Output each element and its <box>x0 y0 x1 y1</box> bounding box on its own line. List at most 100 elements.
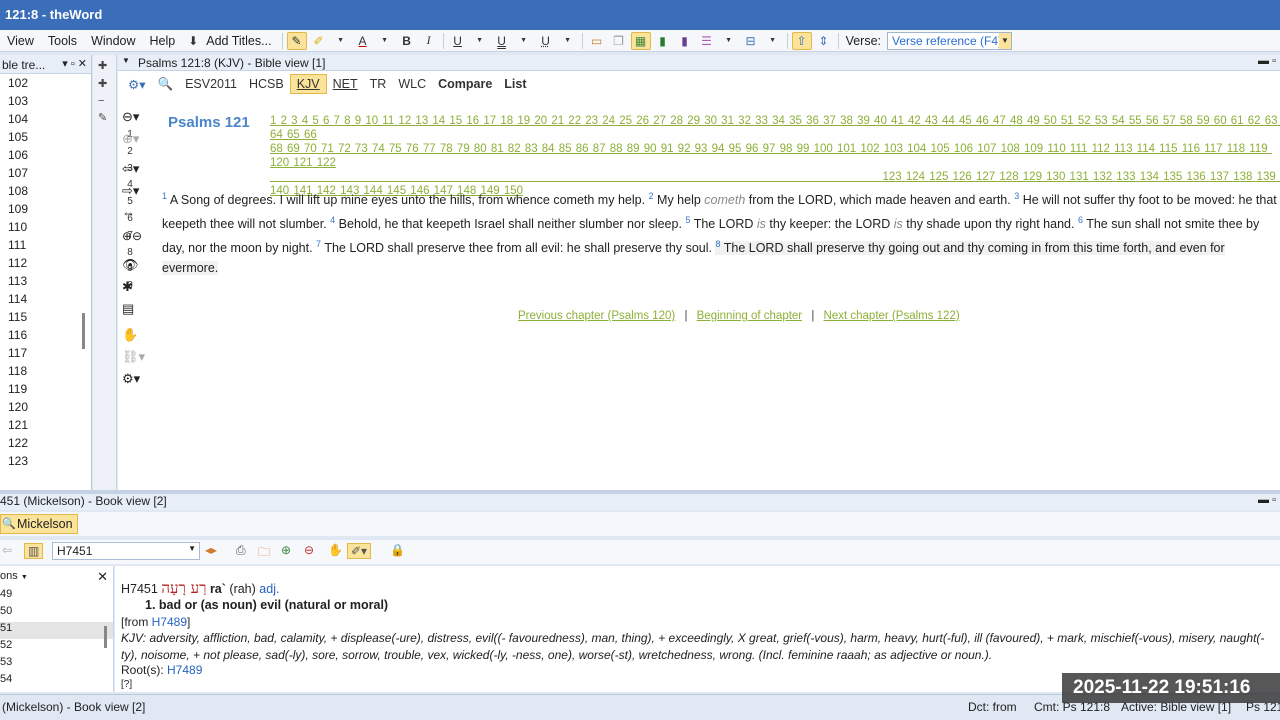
pin-icon[interactable]: ✚ <box>98 59 107 72</box>
minimize-icon[interactable]: ▬ <box>1258 494 1269 506</box>
entry-root-link[interactable]: H7489 <box>167 663 202 677</box>
tree-item[interactable]: 105 <box>8 128 91 146</box>
book-index-item[interactable]: 49 <box>0 588 113 605</box>
entry-info[interactable]: [?] <box>121 679 132 690</box>
underline-icon[interactable]: U <box>448 32 468 50</box>
italic-icon[interactable]: I <box>419 32 439 50</box>
back-icon[interactable]: ⊖▾ <box>122 109 158 131</box>
book-index-item[interactable]: 51 <box>0 622 113 639</box>
font-color-icon[interactable]: A <box>353 32 373 50</box>
tab-compare[interactable]: Compare <box>432 75 498 93</box>
lock-icon[interactable]: 🔒 <box>390 543 405 557</box>
book-green-icon[interactable]: ▮ <box>653 32 673 50</box>
library-icon[interactable]: ▥ <box>24 543 44 559</box>
menu-view[interactable]: View <box>0 34 41 48</box>
tree-scrollbar[interactable] <box>82 313 85 349</box>
tree-item[interactable]: 115 <box>8 308 91 326</box>
tree-item[interactable]: 117 <box>8 344 91 362</box>
verse[interactable]: 4 Behold, he that keepeth Israel shall n… <box>330 215 682 231</box>
tree-item[interactable]: 104 <box>8 110 91 128</box>
tree-item[interactable]: 121 <box>8 416 91 434</box>
zoom-icon[interactable]: ⊕⊖ <box>122 229 158 257</box>
maximize-icon[interactable]: ▫ <box>1272 55 1276 67</box>
paint-icon[interactable]: ✎ <box>286 31 307 50</box>
dropdown-arrow-icon[interactable]: ▼ <box>514 32 534 50</box>
dropdown-arrow-icon[interactable]: ▼ <box>763 32 783 50</box>
dropdown-arrow-icon[interactable]: ▼ <box>558 32 578 50</box>
tree-item[interactable]: 107 <box>8 164 91 182</box>
go-up-icon[interactable]: ⇧ <box>791 31 812 50</box>
maximize-icon[interactable]: ▫ <box>1272 494 1276 506</box>
bookmark-icon[interactable]: ✱ <box>122 279 158 301</box>
collapse-arrow-icon[interactable]: ▼ <box>122 56 130 65</box>
verse[interactable]: 1 A Song of degrees. I will lift up mine… <box>162 191 645 207</box>
tree-item[interactable]: 109 <box>8 200 91 218</box>
tree-item[interactable]: 116 <box>8 326 91 344</box>
book-index-item[interactable]: 54 <box>0 673 113 690</box>
tab-tr[interactable]: TR <box>364 75 393 93</box>
tree-item[interactable]: 103 <box>8 92 91 110</box>
download-icon[interactable]: ⬇ <box>183 32 203 50</box>
forward-icon[interactable]: ⊕▾ <box>122 131 158 161</box>
tab-wlc[interactable]: WLC <box>392 75 432 93</box>
collapse-icon[interactable]: ⇕ <box>814 32 834 50</box>
view-options-icon[interactable]: ⚙▾ <box>122 75 151 94</box>
book-index-item[interactable]: 53 <box>0 656 113 673</box>
menu-tools[interactable]: Tools <box>41 34 84 48</box>
tab-hcsb[interactable]: HCSB <box>243 75 290 93</box>
verse-reference-combo[interactable]: Verse reference (F4) ▼ <box>887 31 1012 50</box>
sync-icon[interactable]: ▦ <box>630 31 651 50</box>
tree-item[interactable]: 118 <box>8 362 91 380</box>
tab-list[interactable]: List <box>498 75 532 93</box>
tree-item[interactable]: 113 <box>8 272 91 290</box>
tree-item[interactable]: 114 <box>8 290 91 308</box>
verse[interactable]: 2 My help cometh from the LORD, which ma… <box>649 191 1011 207</box>
window-icon[interactable]: ▭ <box>587 32 607 50</box>
minus-icon[interactable]: − <box>98 95 104 107</box>
highlighter-icon[interactable]: ✐ <box>309 32 329 50</box>
tab-net[interactable]: NET <box>327 75 364 93</box>
chevron-down-icon[interactable]: ▼ <box>999 32 1011 49</box>
close-icon[interactable]: ✕ <box>78 58 87 70</box>
entry-from-link[interactable]: H7489 <box>152 615 187 629</box>
expand-icon[interactable]: ⇔ <box>122 205 158 229</box>
tree-item[interactable]: 119 <box>8 380 91 398</box>
zoom-out-icon[interactable]: ⊖ <box>304 543 314 557</box>
chevron-down-icon[interactable]: ▼ <box>21 574 28 581</box>
bold-icon[interactable]: B <box>397 32 417 50</box>
panes-icon[interactable]: ⊟ <box>741 32 761 50</box>
dropdown-arrow-icon[interactable]: ▼ <box>719 32 739 50</box>
folder-icon[interactable]: 🗀 <box>258 543 270 564</box>
chevron-down-icon[interactable]: ▼ <box>188 544 196 553</box>
preview-icon[interactable]: ⎙ <box>236 543 246 558</box>
back-icon[interactable]: ⇦ <box>2 543 12 557</box>
verse[interactable]: 5 The LORD is thy keeper: the LORD is th… <box>685 215 1074 231</box>
copy-icon[interactable]: ❐ <box>609 32 629 50</box>
tab-mickelson[interactable]: 🔍 Mickelson <box>0 514 78 534</box>
book-purple-icon[interactable]: ▮ <box>675 32 695 50</box>
next-chapter-link[interactable]: Next chapter (Psalms 122) <box>824 310 960 322</box>
tree-item[interactable]: 102 <box>8 74 91 92</box>
dotted-underline-icon[interactable]: U <box>536 32 556 50</box>
add-icon[interactable]: ✚ <box>98 77 107 90</box>
menu-window[interactable]: Window <box>84 34 142 48</box>
eye-icon[interactable]: 👁 <box>122 257 158 279</box>
tree-item[interactable]: 106 <box>8 146 91 164</box>
double-underline-icon[interactable]: U <box>492 32 512 50</box>
close-icon[interactable]: ✕ <box>97 569 108 585</box>
tree-item[interactable]: 122 <box>8 434 91 452</box>
previous-chapter-link[interactable]: Previous chapter (Psalms 120) <box>518 310 675 322</box>
zoom-in-icon[interactable]: ⊕ <box>281 543 291 557</box>
book-index-item[interactable]: 50 <box>0 605 113 622</box>
search-icon[interactable]: 🔍 <box>151 75 179 94</box>
highlighter-icon[interactable]: ✐▾ <box>347 543 372 559</box>
pin-icon[interactable]: ▾ <box>62 58 68 70</box>
add-titles-button[interactable]: Add Titles... <box>204 34 278 48</box>
previous-icon[interactable]: ⇦▾ <box>122 161 158 183</box>
layout-icon[interactable]: ☰ <box>697 32 717 50</box>
tree-item[interactable]: 111 <box>8 236 91 254</box>
dropdown-arrow-icon[interactable]: ▼ <box>331 32 351 50</box>
tab-esv2011[interactable]: ESV2011 <box>179 75 243 93</box>
tree-item[interactable]: 123 <box>8 452 91 470</box>
prev-next-icon[interactable]: ◂▸ <box>205 543 217 557</box>
